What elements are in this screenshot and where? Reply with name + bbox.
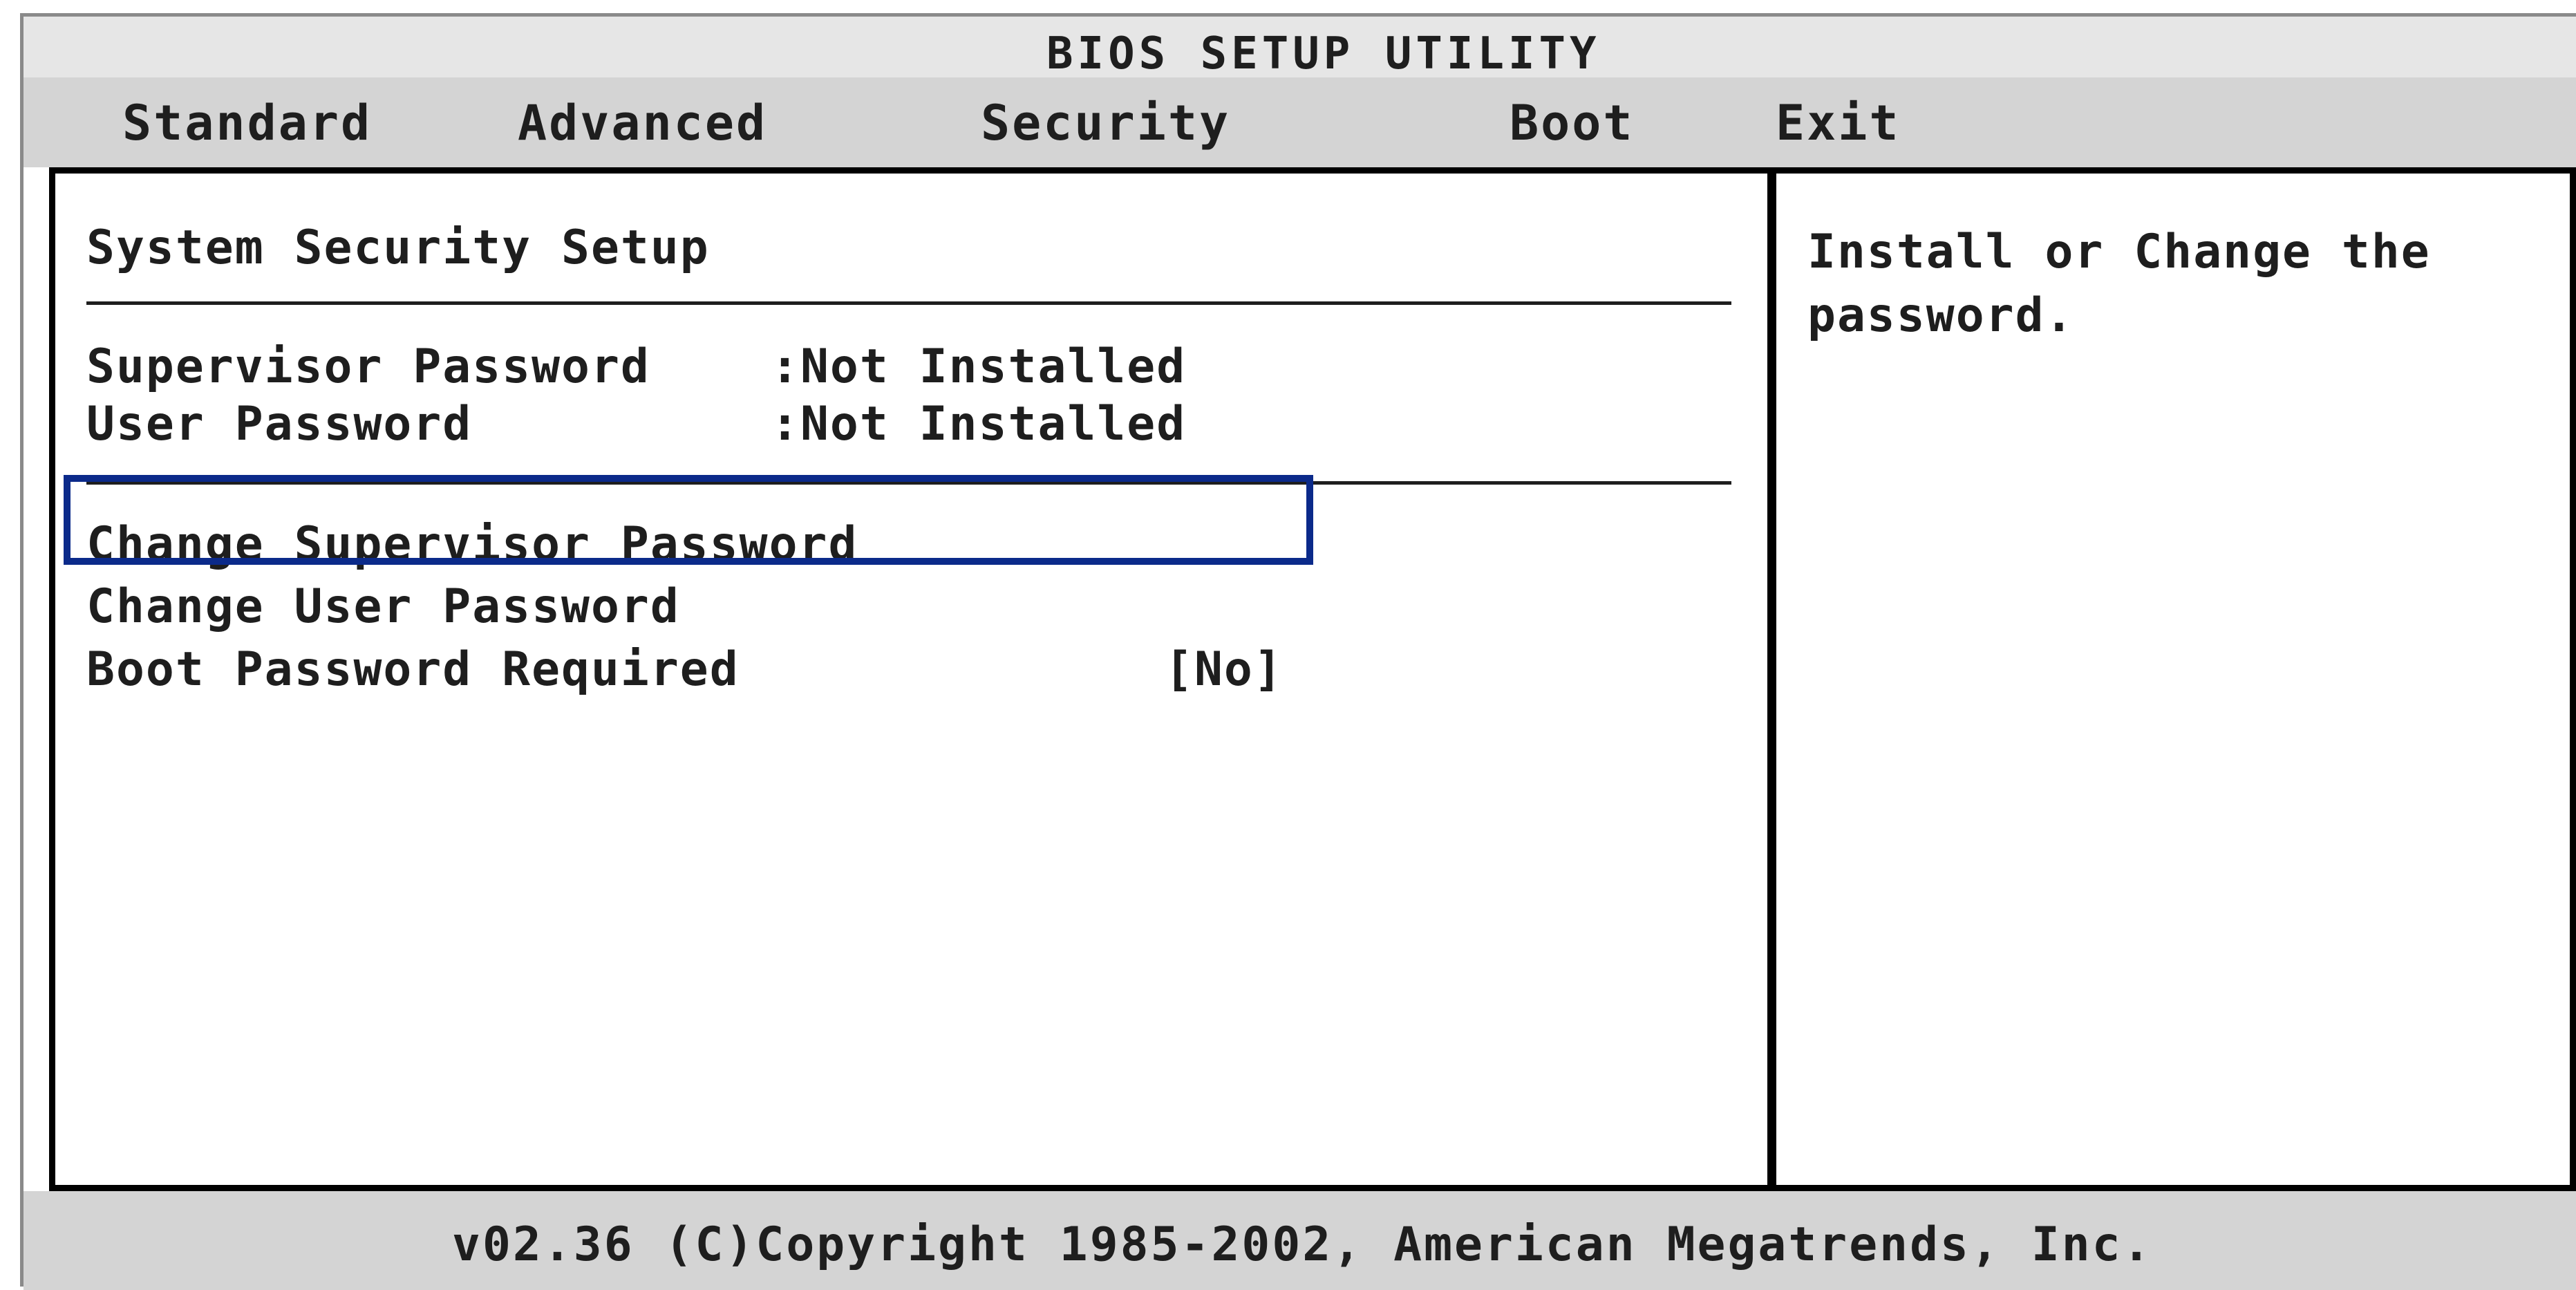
divider-top [86,301,1731,305]
copyright-text: v02.36 (C)Copyright 1985-2002, American … [452,1217,2153,1272]
window-title: BIOS SETUP UTILITY [1046,28,1601,80]
main-panel: System Security Setup Supervisor Passwor… [49,167,1774,1191]
boot-password-required-option[interactable]: Boot Password Required [No] [86,642,1289,704]
footer-bar: v02.36 (C)Copyright 1985-2002, American … [23,1191,2576,1290]
divider-bottom [86,481,1731,485]
change-supervisor-password-item[interactable]: Change Supervisor Password [86,517,858,572]
menu-tab-advanced[interactable]: Advanced [518,95,767,151]
menu-tab-boot[interactable]: Boot [1510,95,1635,151]
help-text: Install or Change the password. [1807,225,2431,343]
menu-tab-exit[interactable]: Exit [1776,95,1901,151]
user-password-status: :Not Installed [771,397,1187,451]
panel-heading: System Security Setup [86,221,710,275]
supervisor-password-status: :Not Installed [771,339,1187,394]
help-panel: Install or Change the password. [1774,167,2576,1191]
title-bar: BIOS SETUP UTILITY [23,17,2576,80]
menu-tab-standard[interactable]: Standard [122,95,372,151]
user-password-label: User Password [86,397,473,451]
boot-password-required-value[interactable]: [No] [1165,642,1284,698]
menu-bar: Standard Advanced Security Boot Exit [23,77,2576,167]
supervisor-password-label: Supervisor Password [86,339,650,394]
bios-window: BIOS SETUP UTILITY Standard Advanced Sec… [20,13,2576,1290]
menu-tab-security[interactable]: Security [981,95,1230,151]
boot-password-required-label: Boot Password Required [86,642,740,697]
change-user-password-item[interactable]: Change User Password [86,579,680,635]
